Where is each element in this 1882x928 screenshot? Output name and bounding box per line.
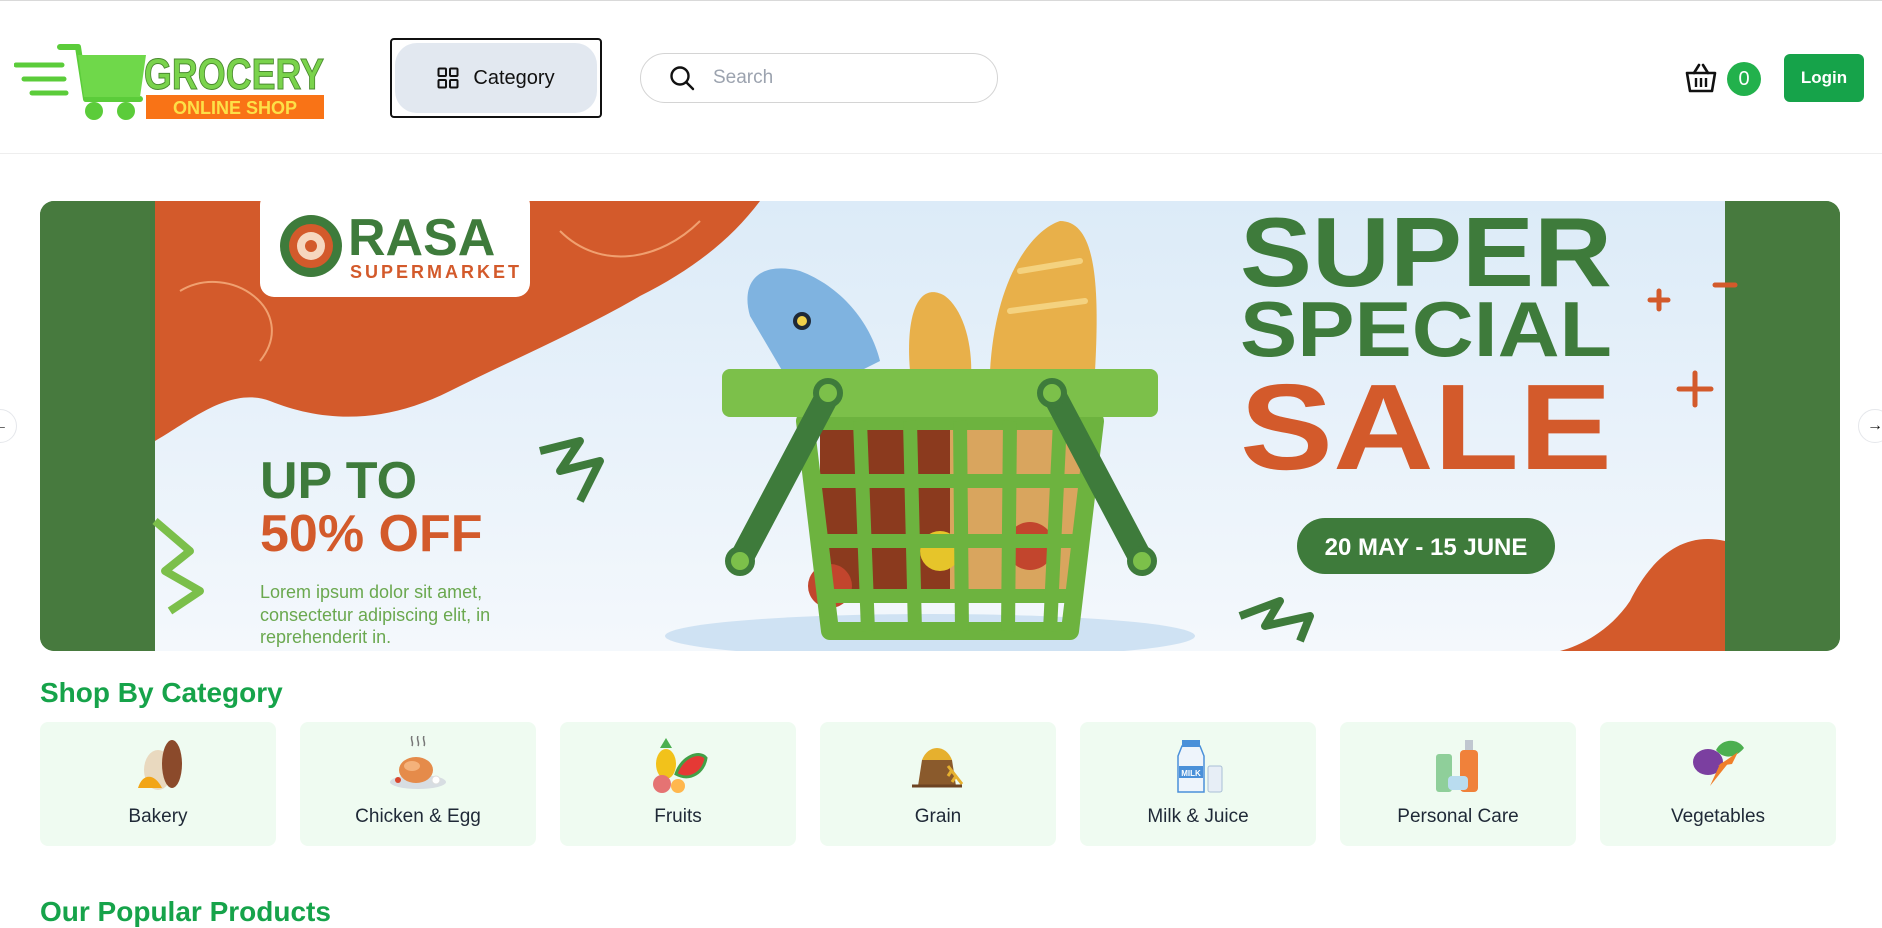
login-button[interactable]: Login: [1784, 54, 1864, 102]
bread-icon: [138, 740, 182, 790]
category-button-label: Category: [473, 66, 555, 89]
vegetables-icon: [1693, 740, 1744, 786]
basket-icon[interactable]: [1684, 61, 1718, 95]
rasa-logo-icon: [280, 215, 342, 277]
logo-text-grocery: GROCERY: [144, 50, 324, 99]
category-label: Milk & Juice: [1147, 806, 1249, 827]
banner-brand-sub: SUPERMARKET: [350, 262, 522, 282]
category-list: Bakery Chicken & Egg Fruits Grain MILK M…: [40, 722, 1840, 846]
cart-count-badge[interactable]: 0: [1727, 62, 1761, 96]
shop-by-category-title: Shop By Category: [40, 677, 283, 708]
category-card-personal-care[interactable]: Personal Care: [1340, 722, 1576, 846]
category-card-vegetables[interactable]: Vegetables: [1600, 722, 1836, 846]
search-input[interactable]: [711, 66, 975, 90]
banner-date-range: 20 MAY - 15 JUNE: [1325, 534, 1528, 561]
fruits-icon: [653, 738, 708, 793]
grocery-logo[interactable]: GROCERY ONLINE SHOP: [13, 41, 326, 123]
banner-body-line-3: reprehenderit in.: [260, 627, 391, 647]
category-label: Grain: [914, 806, 962, 827]
logo-text-online-shop: ONLINE SHOP: [173, 98, 297, 118]
banner-body-line-1: Lorem ipsum dolor sit amet,: [260, 582, 482, 602]
category-card-chicken-egg[interactable]: Chicken & Egg: [300, 722, 536, 846]
carousel-prev-arrow-icon[interactable]: ←: [0, 409, 17, 443]
cart-logo-icon: [13, 44, 146, 120]
category-label: Fruits: [654, 806, 702, 827]
grid-icon: [437, 67, 459, 89]
hero-banner[interactable]: RASA SUPERMARKET UP TO 50% OFF Lorem ips…: [40, 201, 1840, 651]
grain-icon: [912, 748, 964, 788]
banner-headline-sale: SALE: [1240, 359, 1612, 495]
search-bar[interactable]: [640, 53, 998, 103]
banner-brand-name: RASA: [348, 209, 495, 267]
carousel-next-arrow-icon[interactable]: →: [1858, 409, 1882, 443]
banner-offer-up-to: UP TO: [260, 452, 417, 510]
category-card-grain[interactable]: Grain: [820, 722, 1056, 846]
category-button-pill[interactable]: Category: [395, 43, 597, 113]
chicken-icon: [390, 736, 446, 789]
category-label: Vegetables: [1670, 806, 1766, 827]
personal-care-icon: [1436, 740, 1478, 792]
category-label: Bakery: [128, 806, 188, 827]
category-button[interactable]: Category: [390, 38, 602, 118]
category-card-bakery[interactable]: Bakery: [40, 722, 276, 846]
svg-text:MILK: MILK: [1181, 769, 1201, 778]
popular-products-title: Our Popular Products: [40, 896, 331, 927]
banner-body-line-2: consectetur adipiscing elit, in: [260, 605, 490, 625]
category-label: Chicken & Egg: [355, 806, 481, 827]
site-header: GROCERY ONLINE SHOP Category Search 0 Lo…: [0, 1, 1882, 154]
category-card-fruits[interactable]: Fruits: [560, 722, 796, 846]
category-card-milk-juice[interactable]: MILK Milk & Juice: [1080, 722, 1316, 846]
banner-offer-percent: 50% OFF: [260, 505, 483, 563]
category-label: Personal Care: [1397, 806, 1519, 827]
banner-artwork: RASA SUPERMARKET UP TO 50% OFF Lorem ips…: [40, 201, 1840, 651]
search-icon: [670, 66, 695, 91]
milk-icon: MILK: [1177, 740, 1223, 793]
